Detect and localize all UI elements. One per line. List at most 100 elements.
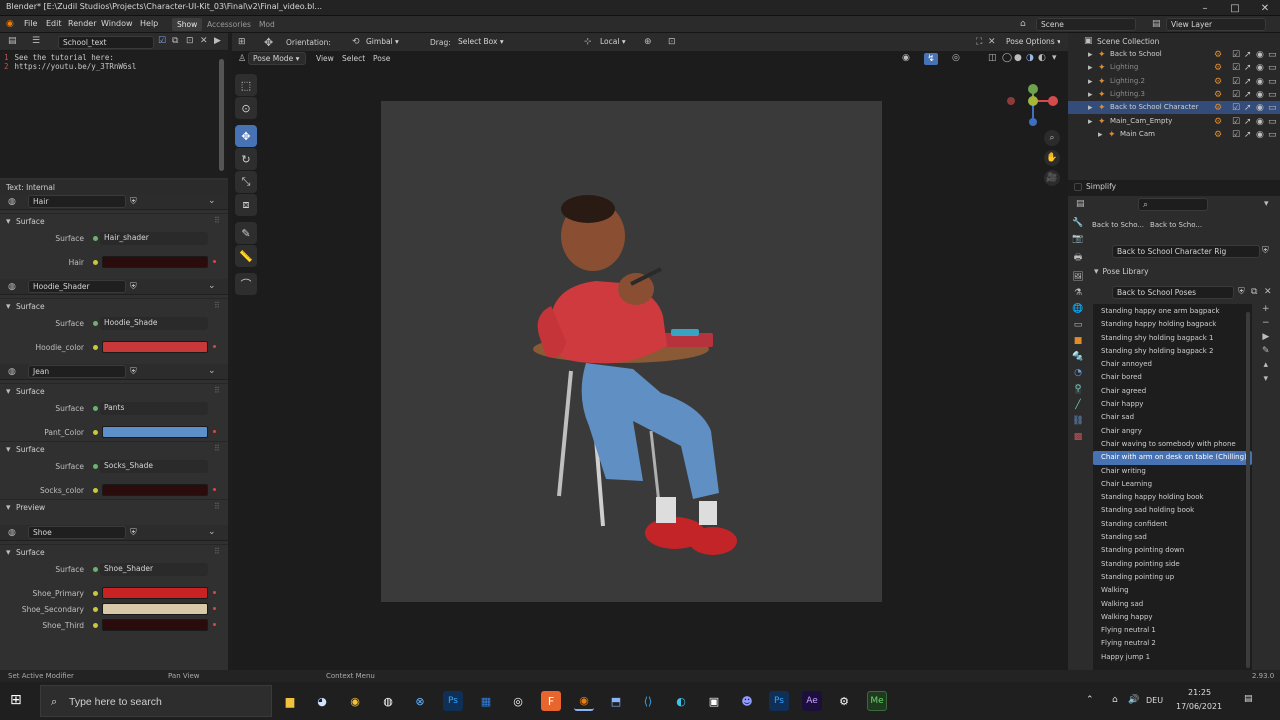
file-explorer-icon[interactable]: ▆ [280, 691, 300, 711]
armature-data-selector[interactable]: Back to School Character Rig [1112, 245, 1260, 258]
select-arrow-icon[interactable]: ➚ [1244, 77, 1252, 87]
tool-tab-icon[interactable]: 🔧 [1072, 218, 1083, 228]
output-tab-icon[interactable]: 🖶 [1074, 250, 1083, 266]
select-tool-icon[interactable]: ⬚ [235, 74, 257, 96]
render-icon[interactable]: ▭ [1268, 77, 1277, 87]
pose-list-item[interactable]: Flying neutral 2 [1093, 637, 1252, 650]
shield-icon[interactable]: ⛨ [130, 282, 137, 292]
pan-hand-icon[interactable]: ✋ [1044, 150, 1060, 166]
pose-list-item[interactable]: Standing happy one arm bagpack [1093, 305, 1252, 318]
drag-handle-icon[interactable]: ⠿ [214, 502, 220, 511]
data-context[interactable]: Back to Scho... [1150, 221, 1202, 229]
orientation-dropdown[interactable]: Gimbal ▾ [362, 36, 414, 49]
scrollbar[interactable] [219, 59, 224, 171]
material-name-field[interactable]: Hoodie_Shader [28, 280, 126, 293]
fake-user-icon[interactable]: ☑ [158, 36, 166, 46]
menu-select[interactable]: Select [342, 54, 365, 63]
obs-icon[interactable]: ◎ [508, 691, 528, 711]
windows-start-icon[interactable]: ⊞ [10, 692, 22, 708]
app3-icon[interactable]: F [541, 691, 561, 711]
select-arrow-icon[interactable]: ➚ [1244, 90, 1252, 100]
color-swatch[interactable] [102, 256, 208, 268]
rotate-tool-icon[interactable]: ↻ [235, 148, 257, 170]
editor-type-icon[interactable]: ▤ [8, 36, 17, 46]
expand-icon[interactable]: ▸ [1088, 90, 1093, 100]
pose-list-item[interactable]: Chair angry [1093, 425, 1252, 438]
collection-tab-icon[interactable]: ▭ [1074, 320, 1083, 330]
taskbar-search[interactable]: ⌕ Type here to search [40, 685, 272, 717]
keyframe-dot-icon[interactable] [213, 260, 216, 263]
pose-list-item[interactable]: Chair writing [1093, 465, 1252, 478]
pose-library-selector[interactable]: Back to School Poses [1112, 286, 1234, 299]
render-icon[interactable]: ▭ [1268, 50, 1277, 60]
transform-icon[interactable]: ✥ [264, 36, 273, 49]
keyframe-dot-icon[interactable] [213, 430, 216, 433]
transform-tool-icon[interactable]: ⧈ [235, 194, 257, 216]
camera-icon[interactable]: 🎥 [1044, 170, 1060, 186]
eye-icon[interactable]: ◉ [1256, 130, 1264, 140]
menu-file[interactable]: File [24, 19, 37, 28]
chevron-down-icon[interactable]: ⌄ [208, 281, 216, 291]
object-tab-icon[interactable]: ■ [1074, 336, 1083, 346]
chrome-icon[interactable]: ◉ [345, 691, 365, 711]
outliner-row[interactable]: ▸ ✦ Back to School ⚙ ☑ ➚ ◉ ▭ [1068, 48, 1280, 61]
material-shading-icon[interactable]: ◑ [1026, 53, 1034, 63]
shield-icon[interactable]: ⛨ [130, 197, 137, 207]
vscode-icon[interactable]: ⟨⟩ [638, 691, 658, 711]
wireframe-shading-icon[interactable]: ◯ [1002, 53, 1012, 63]
shader-selector[interactable]: Socks_Shade [100, 460, 208, 473]
zoom-icon[interactable]: ⌕ [1044, 130, 1060, 146]
outliner-row[interactable]: ▸ ✦ Lighting.3 ⚙ ☑ ➚ ◉ ▭ [1068, 88, 1280, 101]
drag-handle-icon[interactable]: ⠿ [214, 216, 220, 225]
select-arrow-icon[interactable]: ➚ [1244, 50, 1252, 60]
steam-icon[interactable]: ◕ [312, 691, 332, 711]
outliner-row[interactable]: ▸ ✦ Main Cam ⚙ ☑ ➚ ◉ ▭ [1068, 128, 1280, 141]
shader-selector[interactable]: Hair_shader [100, 232, 208, 245]
color-swatch[interactable] [102, 619, 208, 631]
bone-tool-icon[interactable]: ⌒ [235, 273, 257, 295]
hamburger-menu-icon[interactable]: ☰ [32, 36, 40, 46]
render-icon[interactable]: ▭ [1268, 63, 1277, 73]
drag-handle-icon[interactable]: ⠿ [214, 444, 220, 453]
checkbox-icon[interactable]: ☑ [1232, 63, 1240, 73]
pose-list-item[interactable]: Standing pointing up [1093, 571, 1252, 584]
pose-list-item[interactable]: Chair annoyed [1093, 358, 1252, 371]
material-panel-header[interactable]: ◍ Jean ⛨ ⌄ [0, 364, 228, 380]
move-up-icon[interactable]: ▴ [1262, 360, 1270, 370]
keyframe-dot-icon[interactable] [213, 345, 216, 348]
texture-tab-icon[interactable]: ▩ [1074, 432, 1083, 442]
local-dropdown[interactable]: Local ▾ [596, 36, 636, 49]
expand-icon[interactable]: ▸ [1098, 130, 1103, 140]
menu-view[interactable]: View [316, 54, 334, 63]
physics-tab-icon[interactable]: ◔ [1074, 368, 1082, 378]
chevron-down-icon[interactable]: ⌄ [208, 196, 216, 206]
gizmo-icon[interactable]: ↯ [924, 53, 938, 65]
chevron-down-icon[interactable]: ⌄ [208, 527, 216, 537]
outliner-row[interactable]: ▸ ✦ Back to School Character ⚙ ☑ ➚ ◉ ▭ [1068, 101, 1280, 115]
workspace-tab-show[interactable]: Show [172, 18, 203, 31]
panel-section-header[interactable]: ▾ Surface ⠿ [0, 298, 228, 313]
material-panel-header[interactable]: ◍ Hair ⛨ ⌄ [0, 194, 228, 210]
rendered-shading-icon[interactable]: ◐ [1038, 53, 1046, 63]
shader-selector[interactable]: Hoodie_Shade [100, 317, 208, 330]
network-icon[interactable]: ⌂ [1112, 695, 1118, 705]
xray-icon[interactable]: ◫ [988, 53, 997, 63]
render-icon[interactable]: ▭ [1268, 90, 1277, 100]
color-swatch[interactable] [102, 603, 208, 615]
pose-list-item[interactable]: Walking [1093, 584, 1252, 597]
after-effects-icon[interactable]: Ae [802, 691, 822, 711]
unlink-icon[interactable]: ✕ [200, 36, 208, 46]
snap-icon[interactable]: ⊕ [644, 37, 652, 47]
pose-library-header[interactable]: ▾ Pose Library [1094, 267, 1149, 277]
fake-user-shield-icon[interactable]: ⛨ [1262, 246, 1269, 256]
blender-icon[interactable]: ◉ [574, 691, 594, 711]
simplify-checkbox[interactable] [1074, 182, 1082, 191]
pose-list-item[interactable]: Standing pointing side [1093, 558, 1252, 571]
fullscreen-icon[interactable]: ⛶ [976, 37, 982, 47]
view-layer-selector[interactable]: View Layer [1166, 18, 1266, 31]
pose-list-item[interactable]: Standing happy holding book [1093, 491, 1252, 504]
pose-list-item[interactable]: Standing sad [1093, 531, 1252, 544]
shader-selector[interactable]: Shoe_Shader [100, 563, 208, 576]
pose-list-item[interactable]: Standing happy holding bagpack [1093, 318, 1252, 331]
color-swatch[interactable] [102, 426, 208, 438]
